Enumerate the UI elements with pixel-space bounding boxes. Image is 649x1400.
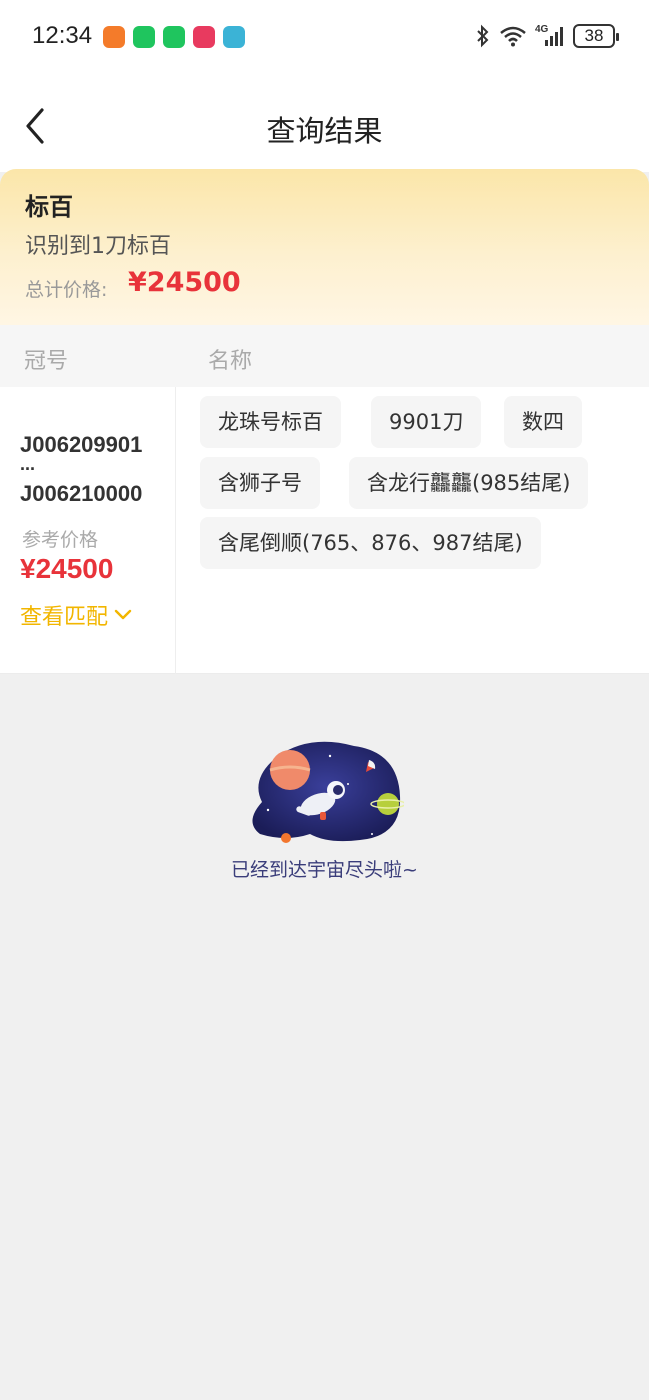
result-row: J006209901 ... J006210000 参考价格 ¥24500 查看… — [0, 387, 649, 674]
column-header-serial: 冠号 — [24, 349, 69, 374]
summary-card: 标百 识别到1刀标百 总计价格: ¥24500 — [0, 169, 649, 325]
view-match-label: 查看匹配 — [20, 605, 109, 630]
feature-tag: 9901刀 — [371, 396, 482, 448]
serial-start: J006209901 — [20, 432, 143, 457]
battery-indicator: 38 — [573, 24, 619, 48]
wechat-icon — [133, 26, 155, 48]
bluetooth-icon — [477, 24, 489, 48]
feature-tag: 含狮子号 — [200, 457, 320, 509]
reference-price-value: ¥24500 — [20, 553, 114, 584]
feature-tag: 数四 — [504, 396, 582, 448]
serial-range-separator: ... — [20, 454, 36, 474]
astronaut-space-illustration — [252, 741, 404, 843]
table-header: 冠号 名称 — [0, 325, 649, 387]
notification-icons — [103, 26, 245, 48]
serial-end: J006210000 — [20, 481, 143, 506]
feature-tag: 含尾倒顺(765、876、987结尾) — [200, 517, 541, 569]
serial-column: J006209901 ... J006210000 参考价格 ¥24500 查看… — [0, 387, 176, 674]
status-indicators: 4G 38 — [475, 24, 619, 48]
wechat-icon — [163, 26, 185, 48]
app-notification-icon — [193, 26, 215, 48]
reference-price-label: 参考价格 — [22, 529, 99, 551]
view-match-button[interactable]: 查看匹配 — [20, 599, 132, 631]
summary-description: 识别到1刀标百 — [25, 234, 171, 259]
status-bar: 12:34 4G 38 — [0, 0, 649, 76]
nav-bar: 查询结果 — [0, 76, 649, 172]
wifi-icon — [500, 26, 526, 47]
feature-tag: 龙珠号标百 — [200, 396, 341, 448]
status-time: 12:34 — [32, 22, 93, 49]
app-notification-icon — [223, 26, 245, 48]
signal-icon: 4G — [535, 24, 565, 48]
end-of-list-text: 已经到达宇宙尽头啦~ — [231, 859, 418, 881]
summary-title: 标百 — [25, 193, 73, 221]
chevron-down-icon — [114, 609, 132, 620]
app-notification-icon — [103, 26, 125, 48]
total-price-label: 总计价格: — [25, 279, 108, 301]
feature-tag: 含龙行龘龘(985结尾) — [349, 457, 589, 509]
total-price-value: ¥24500 — [128, 267, 241, 298]
column-header-name: 名称 — [208, 349, 253, 374]
page-title: 查询结果 — [266, 114, 383, 148]
